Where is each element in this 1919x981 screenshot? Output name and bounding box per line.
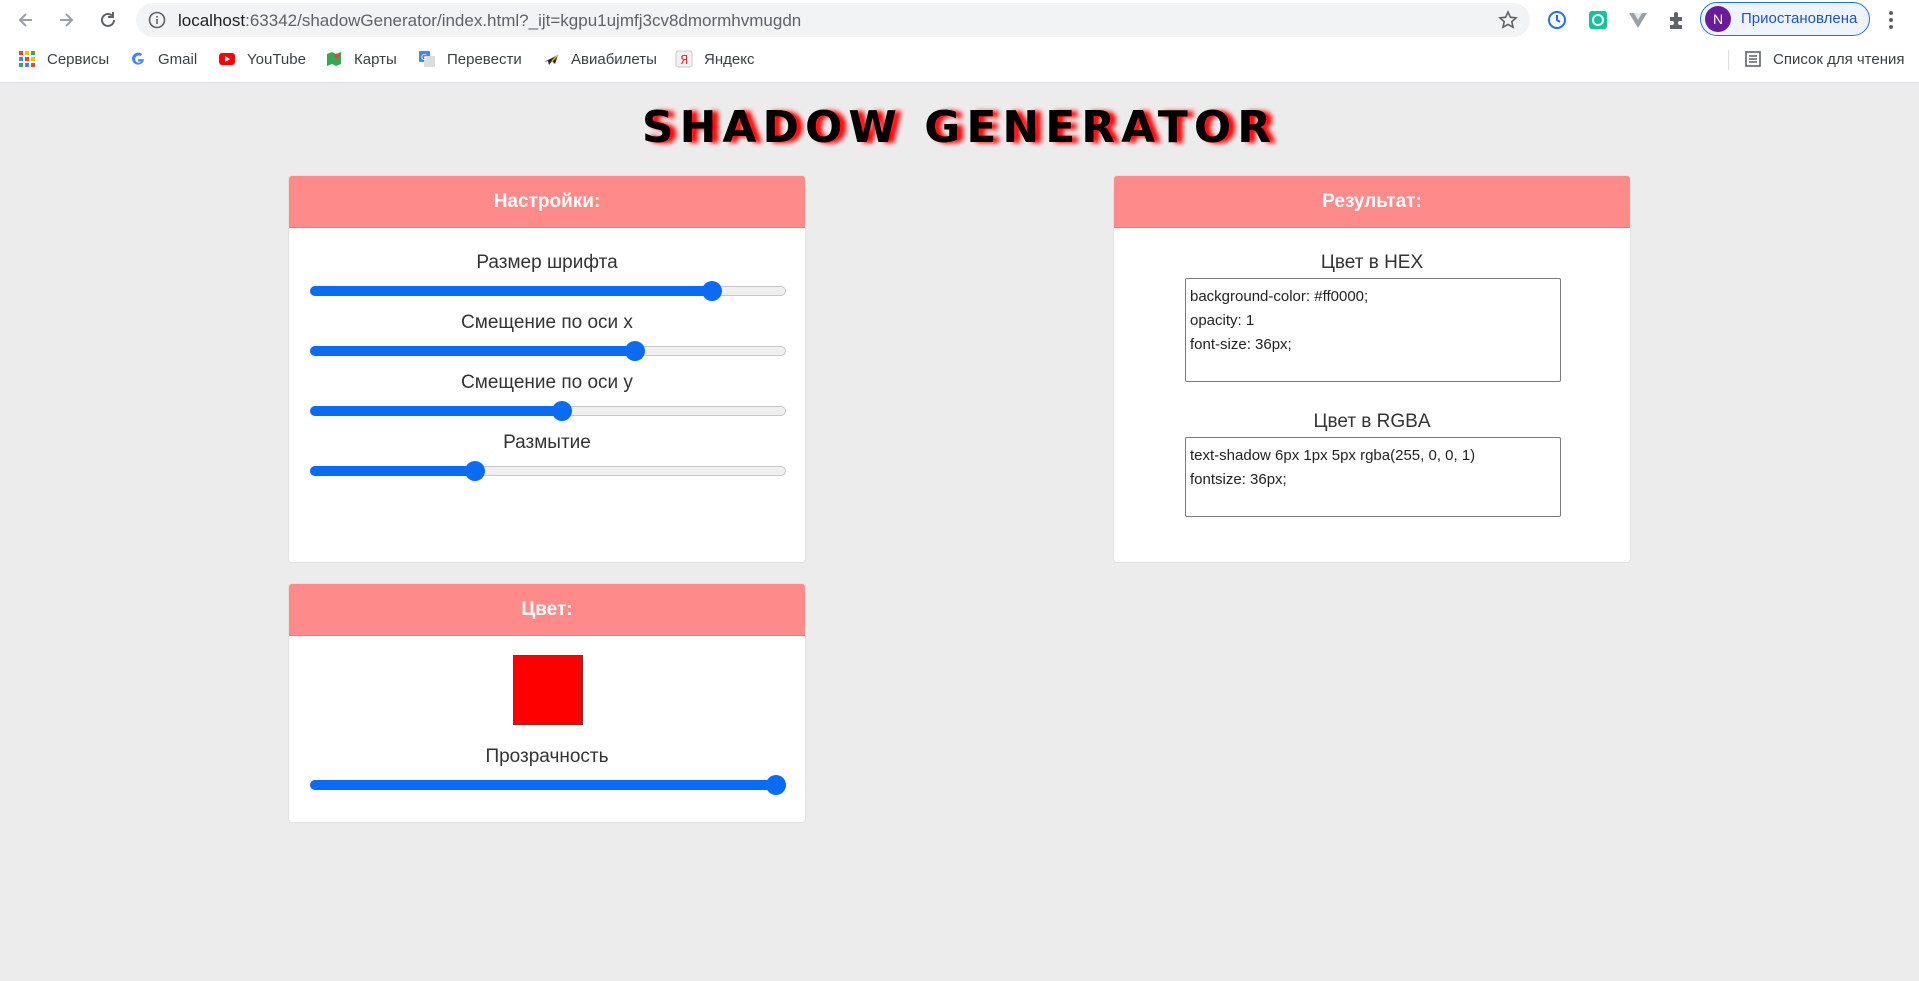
info-icon[interactable] [148, 11, 166, 29]
offset-x-label: Смещение по оси x [461, 312, 633, 333]
yandex-icon: Я [675, 50, 693, 68]
blur-slider[interactable] [310, 461, 786, 481]
browser-chrome: localhost:63342/shadowGenerator/index.ht… [0, 0, 1919, 83]
bookmark-flights[interactable]: Авиабилеты [542, 49, 657, 69]
slider-thumb[interactable] [551, 401, 572, 421]
rgba-label: Цвет в RGBA [1313, 411, 1431, 432]
back-button[interactable] [12, 6, 40, 34]
bookmark-youtube[interactable]: YouTube [218, 49, 306, 69]
color-picker-swatch[interactable] [513, 655, 583, 725]
bookmark-label: YouTube [247, 50, 306, 68]
offset-y-slider[interactable] [310, 401, 786, 421]
bookmarks-divider [1728, 50, 1729, 70]
star-icon[interactable] [1498, 10, 1518, 30]
url-host: localhost [178, 11, 246, 30]
reading-list-label: Список для чтения [1773, 50, 1905, 68]
avatar: N [1705, 6, 1731, 32]
slider-thumb[interactable] [465, 461, 486, 481]
bookmark-label: Сервисы [47, 50, 110, 68]
offset-y-label: Смещение по оси y [461, 372, 633, 393]
bookmarks-bar: Сервисы Gmail YouTube Карты G Перевести [0, 44, 1919, 74]
settings-card: Настройки: Размер шрифта Смещение по оси… [288, 175, 806, 563]
page-title: SHADOW GENERATOR [641, 102, 1278, 153]
profile-button[interactable]: N Приостановлена [1700, 2, 1870, 36]
slider-fill [310, 406, 562, 416]
slider-thumb[interactable] [702, 281, 723, 301]
hex-line: font-size: 36px; [1190, 336, 1292, 353]
bookmark-label: Авиабилеты [571, 50, 657, 68]
hex-label: Цвет в HEX [1320, 252, 1424, 273]
arrow-right-icon [60, 13, 74, 27]
settings-header: Настройки: [289, 176, 805, 228]
extension-sync-icon[interactable] [1546, 9, 1568, 31]
bookmark-translate[interactable]: G Перевести [418, 49, 522, 69]
slider-thumb[interactable] [624, 341, 645, 361]
extension-vue-icon[interactable] [1627, 9, 1649, 31]
bookmark-label: Яндекс [704, 50, 755, 68]
bookmark-maps[interactable]: Карты [325, 49, 397, 69]
rgba-output-textarea[interactable]: text-shadow 6px 1px 5px rgba(255, 0, 0, … [1185, 437, 1561, 517]
hex-line: opacity: 1 [1190, 312, 1255, 329]
reload-button[interactable] [94, 6, 122, 34]
reading-list-icon [1744, 50, 1762, 68]
color-card: Цвет: Прозрачность [288, 583, 806, 823]
opacity-label: Прозрачность [485, 746, 609, 767]
url-text[interactable]: localhost:63342/shadowGenerator/index.ht… [178, 11, 801, 31]
slider-fill [310, 346, 635, 356]
url-path: :63342/shadowGenerator/index.html?_ijt=k… [245, 11, 802, 30]
hex-output-textarea[interactable]: background-color: #ff0000; opacity: 1 fo… [1185, 278, 1561, 382]
offset-x-slider[interactable] [310, 341, 786, 361]
translate-icon: G [418, 50, 436, 68]
blur-label: Размытие [503, 432, 591, 453]
result-card: Результат: Цвет в HEX background-color: … [1113, 175, 1631, 563]
result-header: Результат: [1114, 176, 1630, 228]
profile-status: Приостановлена [1741, 10, 1858, 27]
extensions-puzzle-icon[interactable] [1666, 9, 1688, 31]
browser-toolbar: localhost:63342/shadowGenerator/index.ht… [0, 0, 1919, 40]
google-icon [129, 50, 147, 68]
slider-fill [310, 466, 476, 476]
airplane-icon [542, 50, 560, 68]
font-size-label: Размер шрифта [476, 252, 618, 273]
bookmark-gmail[interactable]: Gmail [129, 49, 197, 69]
bookmark-label: Перевести [447, 50, 522, 68]
arrow-left-icon [18, 13, 32, 27]
rgba-line: fontsize: 36px; [1190, 471, 1287, 488]
youtube-icon [218, 50, 236, 68]
slider-thumb[interactable] [766, 775, 786, 795]
bookmark-label: Gmail [158, 50, 198, 68]
extension-grammarly-icon[interactable] [1587, 9, 1609, 31]
reading-list-button[interactable]: Список для чтения [1744, 49, 1905, 69]
bookmark-yandex[interactable]: Я Яндекс [675, 49, 754, 69]
bookmark-label: Карты [354, 50, 397, 68]
more-menu-icon[interactable] [1886, 8, 1896, 32]
forward-button[interactable] [52, 6, 80, 34]
opacity-slider[interactable] [310, 775, 786, 795]
reload-icon [101, 12, 115, 27]
svg-text:Я: Я [680, 53, 688, 67]
hex-line: background-color: #ff0000; [1190, 288, 1369, 305]
color-header: Цвет: [289, 584, 805, 636]
bookmark-services[interactable]: Сервисы [18, 49, 109, 69]
slider-fill [310, 286, 713, 296]
address-bar[interactable]: localhost:63342/shadowGenerator/index.ht… [136, 3, 1530, 37]
rgba-line: text-shadow 6px 1px 5px rgba(255, 0, 0, … [1190, 447, 1476, 464]
font-size-slider[interactable] [310, 281, 786, 301]
apps-grid-icon [18, 50, 36, 68]
maps-icon [325, 50, 343, 68]
slider-fill [310, 780, 776, 790]
svg-text:G: G [421, 53, 427, 62]
